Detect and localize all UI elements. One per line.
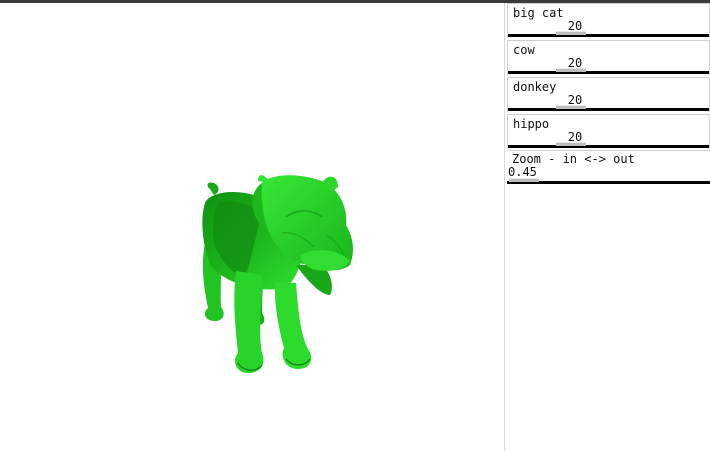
slider-label: donkey: [513, 80, 557, 94]
slider-control-donkey: donkey 20: [507, 77, 710, 112]
zoom-slider-thumb[interactable]: [509, 178, 539, 182]
zoom-label: Zoom - in <-> out: [512, 152, 635, 166]
slider-label: hippo: [513, 117, 550, 131]
slider-thumb[interactable]: [556, 142, 586, 146]
slider-track[interactable]: [508, 145, 709, 148]
big-cat-3d-model[interactable]: [0, 3, 503, 451]
slider-track[interactable]: [508, 34, 709, 37]
slider-label: cow: [513, 43, 535, 57]
slider-thumb[interactable]: [556, 68, 586, 72]
slider-thumb[interactable]: [556, 31, 586, 35]
zoom-value: 0.45: [508, 165, 537, 179]
slider-thumb[interactable]: [556, 105, 586, 109]
slider-control-big-cat: big cat 20: [507, 3, 710, 38]
slider-track[interactable]: [508, 71, 709, 74]
slider-control-hippo: hippo 20: [507, 114, 710, 149]
slider-track[interactable]: [508, 108, 709, 111]
slider-control-cow: cow 20: [507, 40, 710, 75]
zoom-control: Zoom - in <-> out 0.45: [507, 150, 710, 186]
control-panel: big cat 20 cow 20 donkey 20 hippo 20 Zoo…: [504, 3, 710, 451]
3d-viewport[interactable]: [0, 3, 503, 451]
slider-label: big cat: [513, 6, 564, 20]
